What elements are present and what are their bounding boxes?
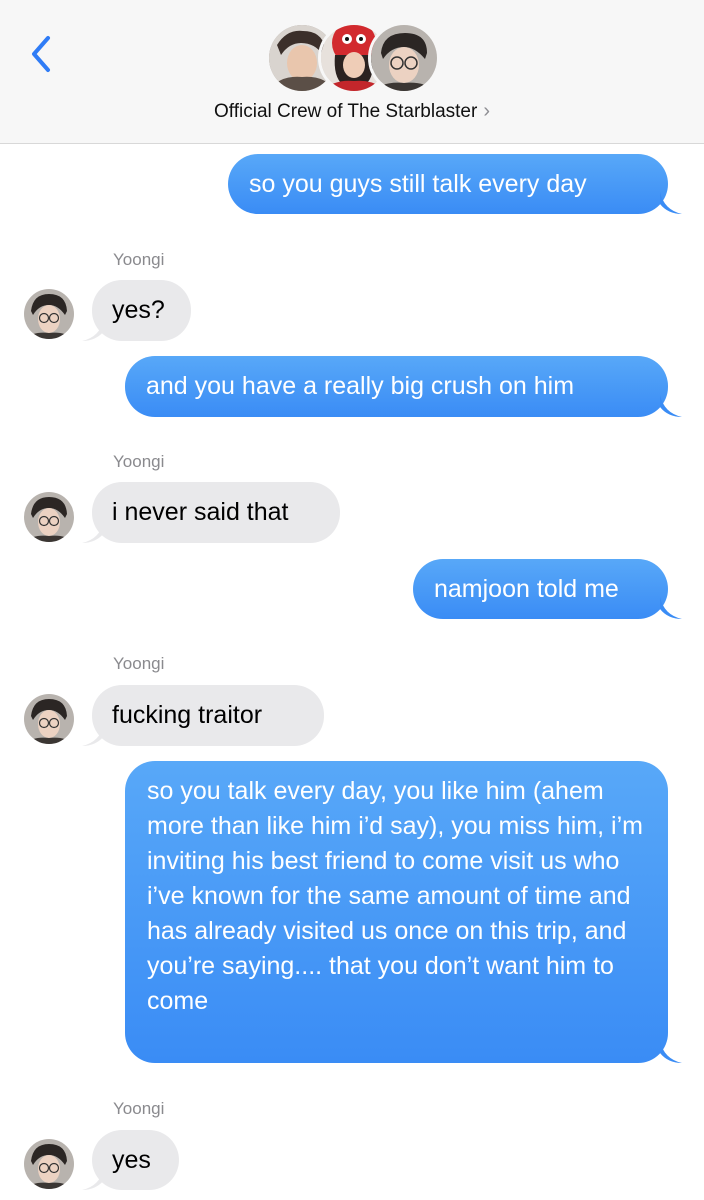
message-bubble-sent[interactable]: namjoon told me	[413, 559, 668, 619]
message-bubble-sent[interactable]: and you have a really big crush on him	[125, 356, 668, 417]
conversation-title: Official Crew of The Starblaster	[214, 101, 478, 122]
sender-name: Yoongi	[113, 1099, 165, 1118]
message-bubble-received[interactable]: yes	[92, 1130, 179, 1190]
bubble-tail	[82, 724, 104, 746]
message-bubble-sent[interactable]: so you guys still talk every day	[228, 154, 668, 214]
sender-name: Yoongi	[113, 250, 165, 269]
bubble-tail	[660, 192, 682, 214]
message-bubble-received[interactable]: yes?	[92, 280, 191, 341]
chevron-right-icon: ›	[483, 100, 490, 122]
group-avatars[interactable]	[0, 0, 704, 100]
bubble-tail	[660, 395, 682, 417]
bubble-tail	[82, 1168, 104, 1190]
bubble-tail	[82, 521, 104, 543]
conversation-header: Official Crew of The Starblaster ›	[0, 0, 704, 144]
message-bubble-received[interactable]: i never said that	[92, 482, 340, 543]
bubble-tail	[82, 319, 104, 341]
message-bubble-sent[interactable]: so you talk every day, you like him (ahe…	[125, 761, 668, 1063]
sender-avatar[interactable]	[24, 694, 74, 744]
sender-name: Yoongi	[113, 452, 165, 471]
group-member-3-avatar	[368, 22, 440, 94]
bubble-tail	[660, 597, 682, 619]
message-bubble-received[interactable]: fucking traitor	[92, 685, 324, 746]
sender-name: Yoongi	[113, 654, 165, 673]
conversation-title-row[interactable]: Official Crew of The Starblaster ›	[0, 100, 704, 123]
sender-avatar[interactable]	[24, 1139, 74, 1189]
bubble-tail	[660, 1041, 682, 1063]
sender-avatar[interactable]	[24, 492, 74, 542]
sender-avatar[interactable]	[24, 289, 74, 339]
